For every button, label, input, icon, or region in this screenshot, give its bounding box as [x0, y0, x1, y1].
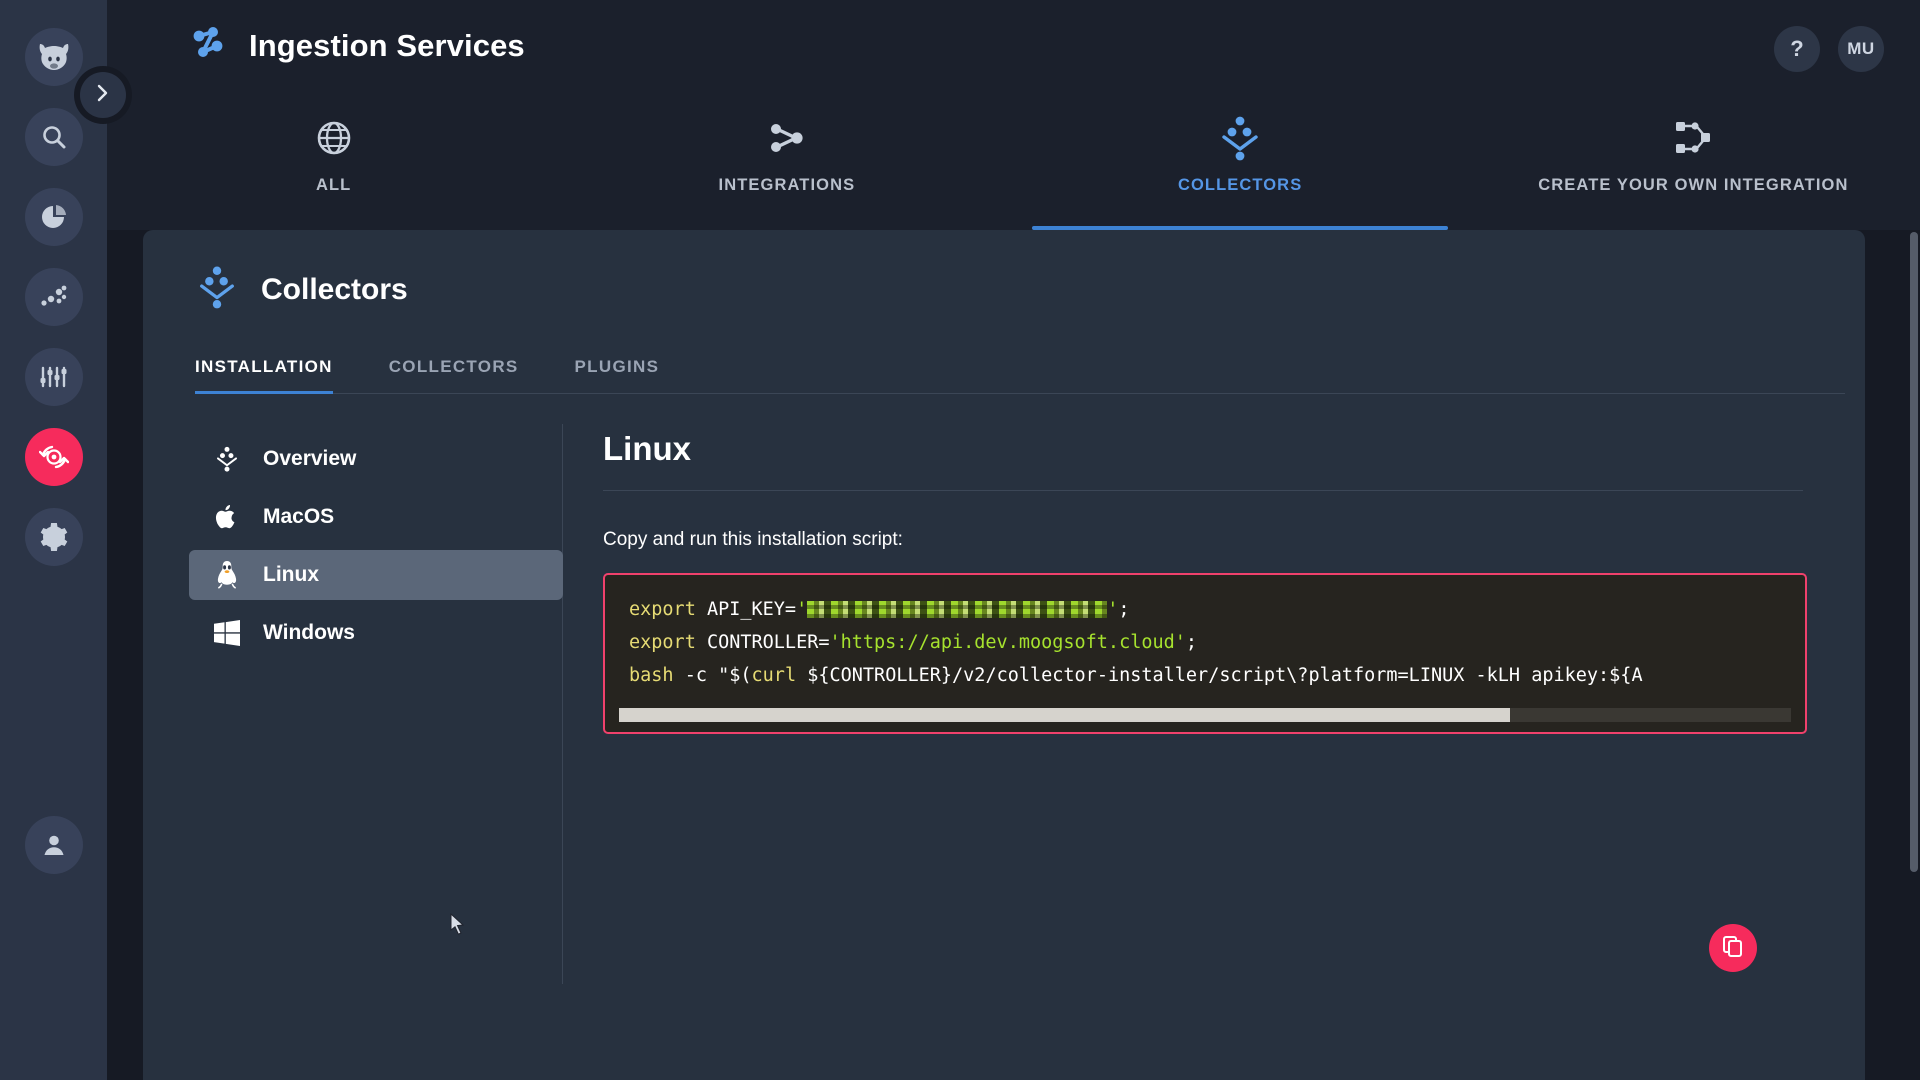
top-navigation: ALL INTEGRATIONS COLLECTORS CREATE YOUR …	[107, 100, 1920, 230]
page-title: Ingestion Services	[249, 27, 525, 63]
cow-head-icon	[37, 42, 71, 72]
sidebar-item-windows[interactable]: Windows	[189, 608, 563, 658]
globe-icon	[314, 112, 354, 164]
code-keyword-curl: curl	[751, 665, 797, 686]
code-value-controller: 'https://api.dev.moogsoft.cloud'	[829, 632, 1186, 653]
sidebar-item-macos-label: MacOS	[263, 505, 335, 528]
sidebar-item-search[interactable]	[24, 108, 83, 166]
sliders-icon	[39, 364, 69, 390]
app-header: Ingestion Services ? MU	[107, 0, 1920, 100]
code-curl-args: ${CONTROLLER}/v2/collector-installer/scr…	[796, 665, 1643, 686]
collector-funnel-icon	[1217, 112, 1263, 164]
code-keyword-export-1: export	[629, 599, 696, 620]
sync-refresh-icon	[38, 442, 69, 472]
sidebar-item-windows-label: Windows	[263, 621, 355, 644]
platform-install-body: Linux Copy and run this installation scr…	[563, 424, 1865, 984]
avatar-initials: MU	[1847, 39, 1875, 58]
mouse-cursor	[450, 912, 466, 935]
avatar[interactable]: MU	[1838, 26, 1884, 72]
panel-header: Collectors	[143, 230, 1865, 315]
install-script-codeblock[interactable]: export API_KEY=' '; export CONTROLLER='ht…	[603, 573, 1807, 734]
sidebar-item-insights[interactable]	[24, 188, 83, 246]
sidebar-item-linux[interactable]: Linux	[189, 550, 563, 600]
help-button[interactable]: ?	[1774, 26, 1820, 72]
sidebar-item-ingestion-services[interactable]	[24, 428, 83, 486]
panel-title: Collectors	[261, 272, 408, 306]
tab-collectors-list-label: COLLECTORS	[388, 357, 519, 376]
sidebar-item-macos[interactable]: MacOS	[189, 492, 563, 542]
linux-penguin-icon	[213, 560, 241, 590]
custom-integration-icon	[1671, 112, 1715, 164]
tab-collectors-label: COLLECTORS	[1177, 176, 1303, 194]
sidebar-item-incidents[interactable]	[24, 268, 83, 326]
sidebar-item-moogsoft-logo[interactable]	[24, 28, 83, 86]
header-actions: ? MU	[1774, 26, 1884, 72]
gear-icon	[40, 523, 68, 551]
share-nodes-icon	[766, 112, 808, 164]
tab-installation[interactable]: INSTALLATION	[195, 357, 333, 394]
collector-funnel-icon	[213, 445, 241, 473]
user-icon	[40, 831, 68, 859]
code-keyword-bash: bash	[629, 665, 674, 686]
apple-icon	[213, 503, 241, 531]
panel-content: Overview MacOS Linux Windows Linux Copy …	[143, 424, 1865, 984]
tab-plugins[interactable]: PLUGINS	[575, 357, 660, 393]
chevron-right-icon	[94, 83, 112, 108]
tab-create-integration-label: CREATE YOUR OWN INTEGRATION	[1538, 176, 1849, 194]
tab-integrations[interactable]: INTEGRATIONS	[560, 100, 1013, 230]
code-scrollbar-thumb[interactable]	[619, 708, 1510, 722]
tab-create-your-own-integration[interactable]: CREATE YOUR OWN INTEGRATION	[1467, 100, 1920, 230]
tab-installation-label: INSTALLATION	[195, 357, 333, 376]
page-scrollbar[interactable]	[1910, 232, 1918, 872]
code-var-api-key: API_KEY=	[695, 599, 797, 620]
code-text: export API_KEY=' '; export CONTROLLER='ht…	[629, 599, 1643, 686]
sidebar-item-settings[interactable]	[24, 508, 83, 566]
sidebar-item-profile[interactable]	[24, 816, 83, 874]
tab-collectors-list[interactable]: COLLECTORS	[389, 357, 519, 393]
code-bash-args: -c "$(	[673, 665, 752, 686]
left-icon-rail	[0, 0, 107, 1080]
windows-icon	[213, 620, 241, 646]
collectors-panel: Collectors INSTALLATION COLLECTORS PLUGI…	[143, 230, 1865, 1080]
platform-subnav: Overview MacOS Linux Windows	[143, 424, 563, 984]
brand: Ingestion Services	[187, 22, 525, 69]
tab-all-label: ALL	[315, 176, 352, 194]
help-icon: ?	[1790, 36, 1804, 61]
copy-icon	[1722, 935, 1744, 962]
tab-integrations-label: INTEGRATIONS	[718, 176, 856, 194]
tab-all[interactable]: ALL	[107, 100, 560, 230]
search-icon	[40, 123, 68, 151]
title-divider	[603, 490, 1803, 491]
body-title: Linux	[603, 430, 691, 467]
code-semicolon: ;	[1185, 632, 1198, 653]
sidebar-item-overview-label: Overview	[263, 447, 357, 470]
tab-plugins-label: PLUGINS	[574, 357, 660, 376]
tab-collectors[interactable]: COLLECTORS	[1014, 100, 1467, 230]
sidebar-item-correlation[interactable]	[24, 348, 83, 406]
section-tabs: INSTALLATION COLLECTORS PLUGINS	[195, 357, 1845, 394]
rail-collapse-toggle[interactable]	[80, 72, 126, 118]
code-keyword-export-2: export	[629, 632, 696, 653]
pie-chart-icon	[40, 203, 68, 231]
scatter-dots-icon	[39, 283, 69, 311]
code-horizontal-scrollbar[interactable]	[619, 708, 1791, 722]
ingestion-nodes-icon	[187, 22, 229, 69]
code-var-controller: CONTROLLER=	[695, 632, 830, 653]
sidebar-item-overview[interactable]: Overview	[189, 434, 563, 484]
copy-button[interactable]	[1709, 924, 1757, 972]
collector-funnel-icon	[195, 264, 239, 315]
sidebar-item-linux-label: Linux	[263, 563, 319, 586]
redacted-api-key	[807, 601, 1108, 618]
instruction-text: Copy and run this installation script:	[603, 529, 903, 550]
